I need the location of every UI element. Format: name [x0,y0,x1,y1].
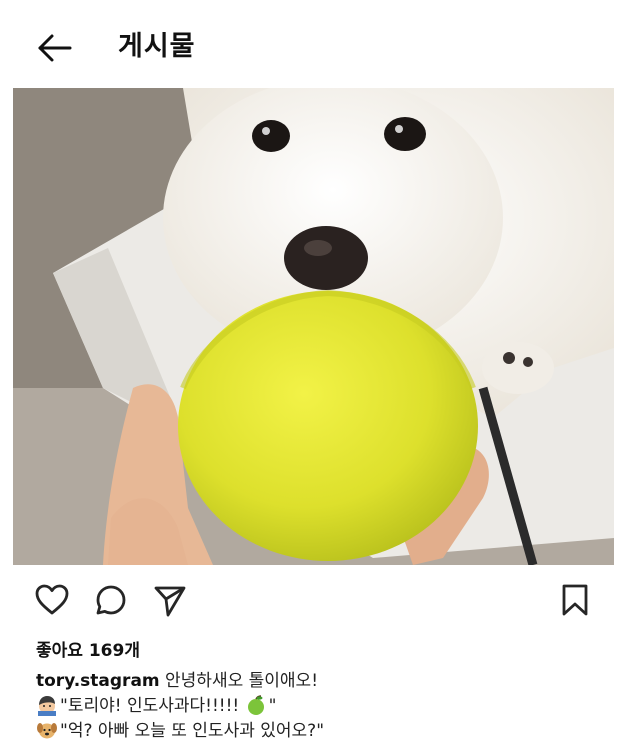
post-actions [0,576,640,626]
arrow-left-icon [38,34,72,62]
post-photo[interactable] [13,88,614,565]
comment-button[interactable] [93,582,129,618]
person-emoji-icon [38,696,56,716]
caption-line-2-text: "토리야! 인도사과다!!!!! [60,696,245,716]
caption-line-2-end: " [268,696,277,716]
back-button[interactable] [34,28,74,68]
username-link[interactable]: tory.stagram [36,671,160,691]
heart-icon [35,584,69,615]
share-button[interactable] [152,582,188,618]
like-count[interactable]: 좋아요 169개 [36,636,140,661]
bookmark-icon [562,584,588,616]
paper-plane-icon [154,586,186,617]
caption-line-3-text: "억? 아빠 오늘 또 인도사과 있어오?" [60,721,325,741]
dog-face-emoji-icon [37,723,57,739]
caption-line-3: "억? 아빠 오늘 또 인도사과 있어오?" [36,716,324,741]
page-title: 게시물 [118,31,196,62]
caption: tory.stagram 안녕하새오 톨이애오! [36,666,318,691]
green-apple-emoji-icon [247,695,264,715]
dog-with-apple-image [13,88,614,565]
comment-icon [96,585,126,615]
caption-text: 안녕하새오 톨이애오! [165,671,319,691]
top-bar: 게시물 [0,0,640,88]
save-button[interactable] [557,582,593,618]
caption-line-2: "토리야! 인도사과다!!!!! " [36,691,276,716]
like-button[interactable] [34,582,70,618]
